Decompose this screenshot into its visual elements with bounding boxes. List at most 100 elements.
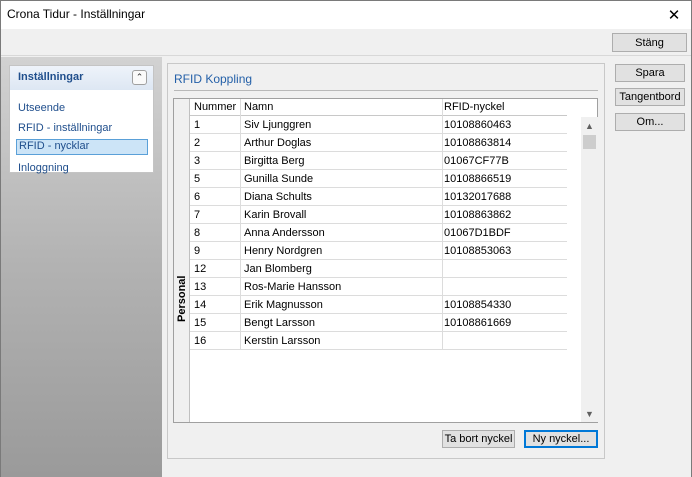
settings-nav-header: Inställningar ⌃ [10,66,153,90]
cell-divider [442,332,443,350]
cell-key: 10132017688 [444,191,512,203]
sidebar-item-appearance[interactable]: Utseende [16,101,148,117]
save-button[interactable]: Spara [615,64,685,82]
cell-divider [442,296,443,314]
sidebar-item-rfid-keys[interactable]: RFID - nycklar [16,139,148,155]
cell-divider [240,278,241,296]
cell-divider [240,134,241,152]
cell-key: 01067CF77B [444,155,509,167]
cell-divider [442,188,443,206]
rfid-grid: Personal Nummer Namn RFID-nyckel 1 Siv L… [173,98,598,423]
cell-name: Arthur Doglas [244,137,312,149]
cell-name: Erik Magnusson [244,299,323,311]
table-row[interactable]: 3 Birgitta Berg 01067CF77B [190,152,567,170]
table-row[interactable]: 7 Karin Brovall 10108863862 [190,206,567,224]
collapse-icon[interactable]: ⌃ [132,70,147,85]
close-button[interactable]: Stäng [612,33,687,52]
column-header-key[interactable]: RFID-nyckel [444,101,505,113]
cell-key: 10108861669 [444,317,512,329]
column-header-name[interactable]: Namn [244,101,273,113]
table-row[interactable]: 8 Anna Andersson 01067D1BDF [190,224,567,242]
cell-divider [442,278,443,296]
grid-header: Nummer Namn RFID-nyckel [190,99,567,116]
cell-key: 01067D1BDF [444,227,511,239]
delete-key-button[interactable]: Ta bort nyckel [442,430,515,448]
cell-number: 2 [194,137,201,149]
cell-number: 9 [194,245,201,257]
cell-number: 8 [194,227,201,239]
settings-window: Crona Tidur - Inställningar ✕ Stäng Inst… [0,0,692,477]
cell-key: 10108860463 [444,119,512,131]
table-row[interactable]: 2 Arthur Doglas 10108863814 [190,134,567,152]
cell-name: Birgitta Berg [244,155,305,167]
cell-number: 16 [194,335,207,347]
scroll-up-icon[interactable]: ▲ [581,117,598,134]
cell-divider [240,260,241,278]
table-row[interactable]: 15 Bengt Larsson 10108861669 [190,314,567,332]
cell-divider [442,116,443,134]
cell-divider [442,260,443,278]
grid-rows: 1 Siv Ljunggren 10108860463 2 Arthur Dog… [190,116,567,350]
cell-name: Ros-Marie Hansson [244,281,342,293]
column-header-number[interactable]: Nummer [194,101,236,113]
cell-key: 10108863814 [444,137,512,149]
table-row[interactable]: 13 Ros-Marie Hansson [190,278,567,296]
about-button[interactable]: Om... [615,113,685,131]
group-divider [174,90,598,91]
cell-divider [240,242,241,260]
cell-divider [240,314,241,332]
table-row[interactable]: 14 Erik Magnusson 10108854330 [190,296,567,314]
cell-number: 5 [194,173,201,185]
cell-divider [442,206,443,224]
table-row[interactable]: 12 Jan Blomberg [190,260,567,278]
cell-divider [442,134,443,152]
table-row[interactable]: 5 Gunilla Sunde 10108866519 [190,170,567,188]
keyboard-button[interactable]: Tangentbord [615,88,685,106]
new-key-button[interactable]: Ny nyckel... [524,430,598,448]
sidebar-item-login[interactable]: Inloggning [16,161,148,177]
cell-name: Karin Brovall [244,209,307,221]
cell-divider [240,116,241,134]
cell-name: Jan Blomberg [244,263,312,275]
cell-key: 10108853063 [444,245,512,257]
table-row[interactable]: 9 Henry Nordgren 10108853063 [190,242,567,260]
cell-name: Siv Ljunggren [244,119,312,131]
table-row[interactable]: 6 Diana Schults 10132017688 [190,188,567,206]
cell-divider [442,224,443,242]
cell-key: 10108854330 [444,299,512,311]
personal-side-tab[interactable]: Personal [174,99,190,422]
top-toolbar [1,29,691,56]
window-title: Crona Tidur - Inställningar [7,7,146,21]
cell-divider [240,170,241,188]
cell-name: Bengt Larsson [244,317,315,329]
cell-name: Kerstin Larsson [244,335,321,347]
cell-divider [442,314,443,332]
title-bar: Crona Tidur - Inställningar ✕ [1,1,691,29]
column-divider [442,99,443,116]
cell-number: 3 [194,155,201,167]
scroll-down-icon[interactable]: ▼ [581,405,598,422]
table-row[interactable]: 1 Siv Ljunggren 10108860463 [190,116,567,134]
cell-number: 12 [194,263,207,275]
cell-divider [240,296,241,314]
column-divider [240,99,241,116]
cell-number: 6 [194,191,201,203]
scroll-thumb[interactable] [583,135,596,149]
cell-key: 10108866519 [444,173,512,185]
close-icon[interactable]: ✕ [657,1,691,29]
settings-nav-title: Inställningar [18,71,84,83]
group-title: RFID Koppling [174,72,253,86]
cell-divider [240,152,241,170]
vertical-scrollbar[interactable]: ▲ ▼ [581,117,598,422]
cell-number: 15 [194,317,207,329]
cell-divider [240,224,241,242]
sidebar-item-rfid-settings[interactable]: RFID - inställningar [16,121,148,137]
cell-divider [442,152,443,170]
left-panel: Inställningar ⌃ Utseende RFID - inställn… [1,57,162,477]
cell-name: Diana Schults [244,191,312,203]
cell-number: 7 [194,209,201,221]
cell-name: Gunilla Sunde [244,173,314,185]
cell-number: 14 [194,299,207,311]
table-row[interactable]: 16 Kerstin Larsson [190,332,567,350]
cell-number: 1 [194,119,201,131]
